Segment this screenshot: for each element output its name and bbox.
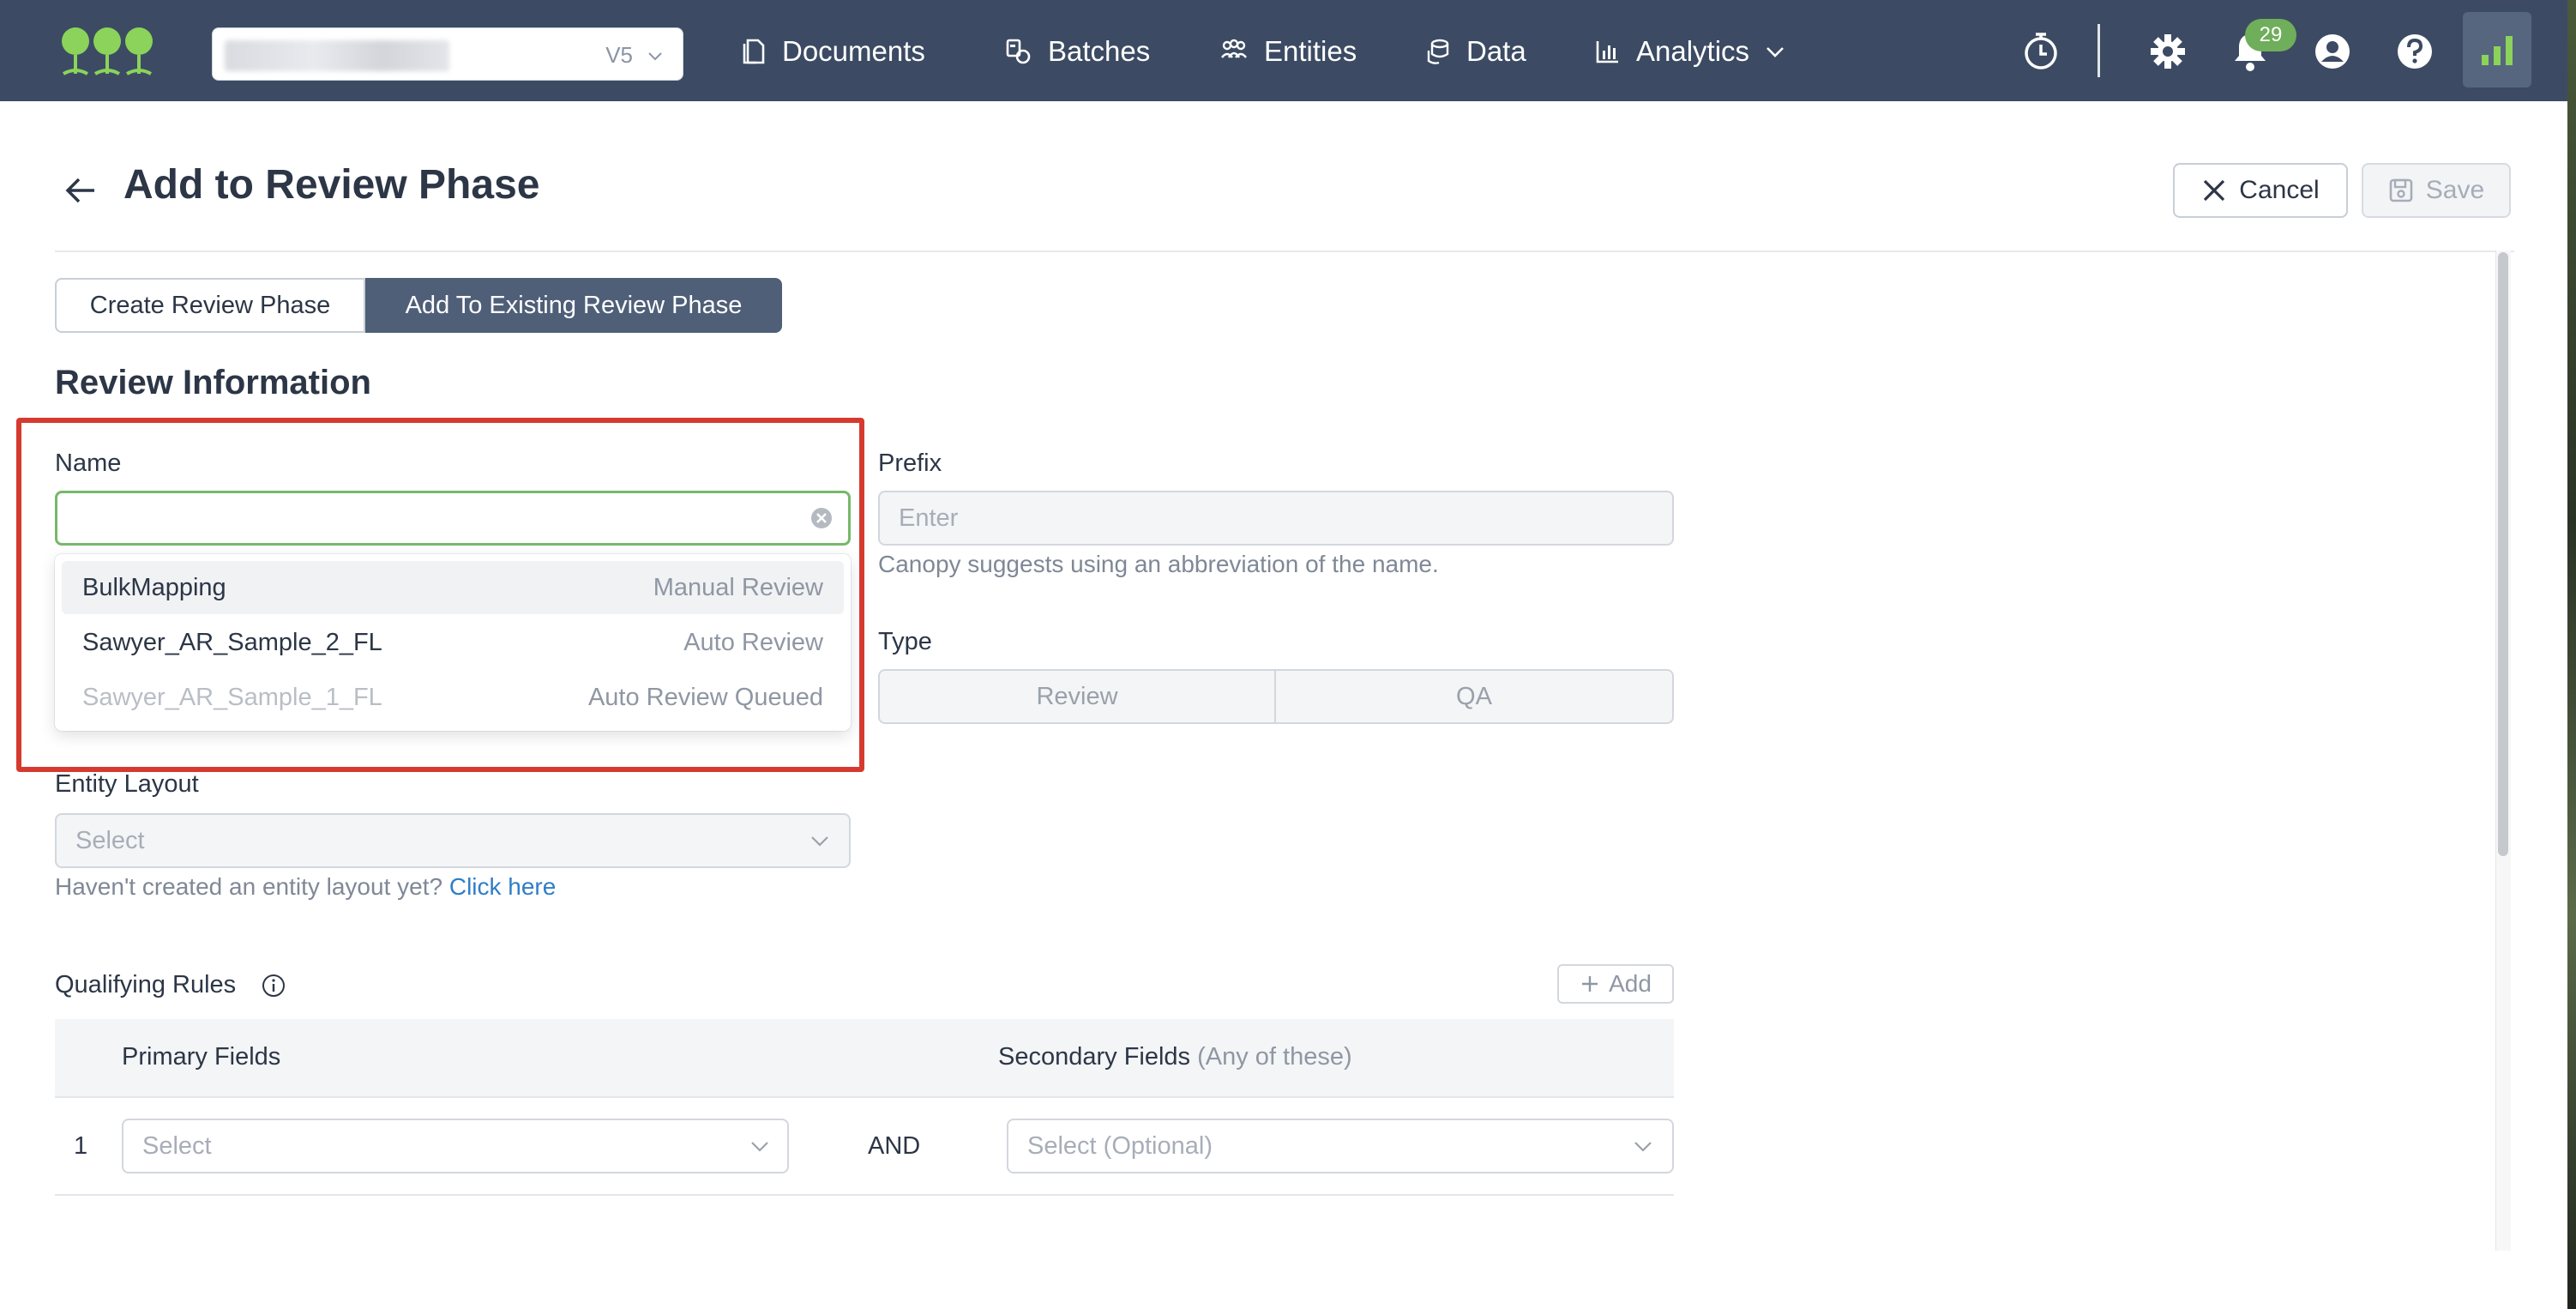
brand-app-icon[interactable] [2463, 12, 2531, 87]
name-input[interactable] [55, 491, 851, 546]
qualifying-rules-label: Qualifying Rules [55, 971, 237, 998]
nav-item-documents[interactable]: Documents [741, 33, 925, 70]
entity-layout-select[interactable]: Select [55, 813, 851, 868]
workspace-version: V5 [605, 42, 633, 68]
entity-layout-label: Entity Layout [55, 770, 199, 798]
nav-item-analytics[interactable]: Analytics [1595, 33, 1785, 70]
add-rule-button[interactable]: Add [1557, 964, 1674, 1004]
rules-table-header [55, 1019, 1674, 1098]
and-joiner-label: AND [868, 1132, 921, 1160]
secondary-field-select[interactable]: Select (Optional) [1007, 1119, 1674, 1173]
option-name: Sawyer_AR_Sample_2_FL [82, 628, 382, 656]
workspace-name-redacted [225, 40, 449, 71]
desktop-background-edge [2567, 0, 2576, 1309]
analytics-icon [1596, 41, 1618, 63]
chevron-down-icon [1634, 1142, 1652, 1152]
nav-item-batches[interactable]: Batches [1005, 33, 1150, 70]
dropdown-option[interactable]: BulkMapping Manual Review [62, 561, 844, 614]
logo-icon[interactable] [60, 24, 154, 79]
section-title: Review Information [55, 364, 371, 401]
option-status: Auto Review [683, 628, 823, 656]
documents-icon [743, 39, 765, 64]
save-icon [2389, 178, 2413, 202]
secondary-header-note: (Any of these) [1197, 1043, 1352, 1071]
clear-input-icon[interactable] [810, 506, 834, 530]
secondary-header-text: Secondary Fields [998, 1043, 1191, 1071]
click-here-link[interactable]: Click here [449, 873, 556, 900]
batches-icon [1006, 39, 1031, 64]
top-nav-bar: V5 Documents Batches Entities Data Analy… [0, 0, 2567, 101]
tab-add-to-existing-review-phase[interactable]: Add To Existing Review Phase [365, 278, 782, 333]
type-label: Type [878, 628, 932, 655]
prefix-help-text: Canopy suggests using an abbreviation of… [878, 551, 1439, 577]
scrollbar-thumb[interactable] [2498, 252, 2508, 856]
chevron-down-icon [1766, 47, 1784, 57]
workspace-selector[interactable]: V5 [212, 27, 683, 81]
plus-icon [1582, 976, 1598, 992]
dropdown-option-disabled: Sawyer_AR_Sample_1_FL Auto Review Queued [62, 671, 844, 724]
save-label: Save [2425, 176, 2485, 204]
primary-fields-header: Primary Fields [122, 1043, 281, 1071]
gear-icon[interactable] [2147, 31, 2188, 72]
primary-field-placeholder: Select [142, 1131, 212, 1160]
add-rule-label: Add [1609, 970, 1652, 997]
page-title: Add to Review Phase [123, 162, 540, 208]
chevron-down-icon [751, 1142, 768, 1152]
option-name: BulkMapping [82, 573, 226, 601]
nav-label: Batches [1048, 35, 1151, 67]
user-account-icon[interactable] [2312, 31, 2353, 72]
option-status: Manual Review [653, 573, 823, 601]
nav-label: Documents [782, 35, 925, 67]
tab-create-review-phase[interactable]: Create Review Phase [55, 278, 365, 333]
secondary-fields-header: Secondary Fields (Any of these) [998, 1043, 1352, 1071]
cancel-button[interactable]: Cancel [2173, 163, 2348, 218]
nav-item-entities[interactable]: Entities [1219, 33, 1357, 70]
type-option-review[interactable]: Review [878, 669, 1276, 724]
cancel-label: Cancel [2239, 176, 2320, 204]
rule-row-index: 1 [74, 1132, 88, 1160]
primary-field-select[interactable]: Select [122, 1119, 789, 1173]
type-option-qa[interactable]: QA [1274, 669, 1674, 724]
entities-icon [1221, 39, 1247, 58]
name-dropdown-list: BulkMapping Manual Review Sawyer_AR_Samp… [55, 554, 851, 731]
save-button[interactable]: Save [2362, 163, 2511, 218]
prefix-input[interactable]: Enter [878, 491, 1674, 546]
nav-divider [2098, 24, 2100, 77]
entity-layout-help: Haven't created an entity layout yet? Cl… [55, 873, 556, 901]
close-icon [2204, 179, 2225, 202]
name-label: Name [55, 449, 122, 477]
nav-label: Analytics [1636, 35, 1750, 67]
notification-count-badge: 29 [2245, 19, 2296, 51]
timer-icon[interactable] [2020, 31, 2061, 72]
rules-row-divider [55, 1194, 1674, 1196]
dropdown-option[interactable]: Sawyer_AR_Sample_2_FL Auto Review [62, 616, 844, 669]
help-icon[interactable] [2394, 31, 2435, 72]
prefix-label: Prefix [878, 449, 942, 477]
nav-label: Entities [1264, 35, 1357, 67]
back-arrow-icon[interactable] [62, 172, 99, 209]
option-name: Sawyer_AR_Sample_1_FL [82, 683, 382, 711]
chevron-down-icon [648, 52, 662, 61]
nav-item-data[interactable]: Data [1425, 33, 1526, 70]
app-window: V5 Documents Batches Entities Data Analy… [0, 0, 2567, 1309]
secondary-field-placeholder: Select (Optional) [1027, 1131, 1213, 1160]
entity-layout-help-text: Haven't created an entity layout yet? [55, 873, 443, 900]
entity-layout-placeholder: Select [75, 826, 145, 854]
header-divider [55, 250, 2514, 252]
nav-label: Data [1466, 35, 1526, 67]
info-icon[interactable] [261, 973, 286, 998]
chevron-down-icon [811, 836, 828, 847]
option-status: Auto Review Queued [587, 683, 823, 711]
data-icon [1427, 39, 1449, 64]
